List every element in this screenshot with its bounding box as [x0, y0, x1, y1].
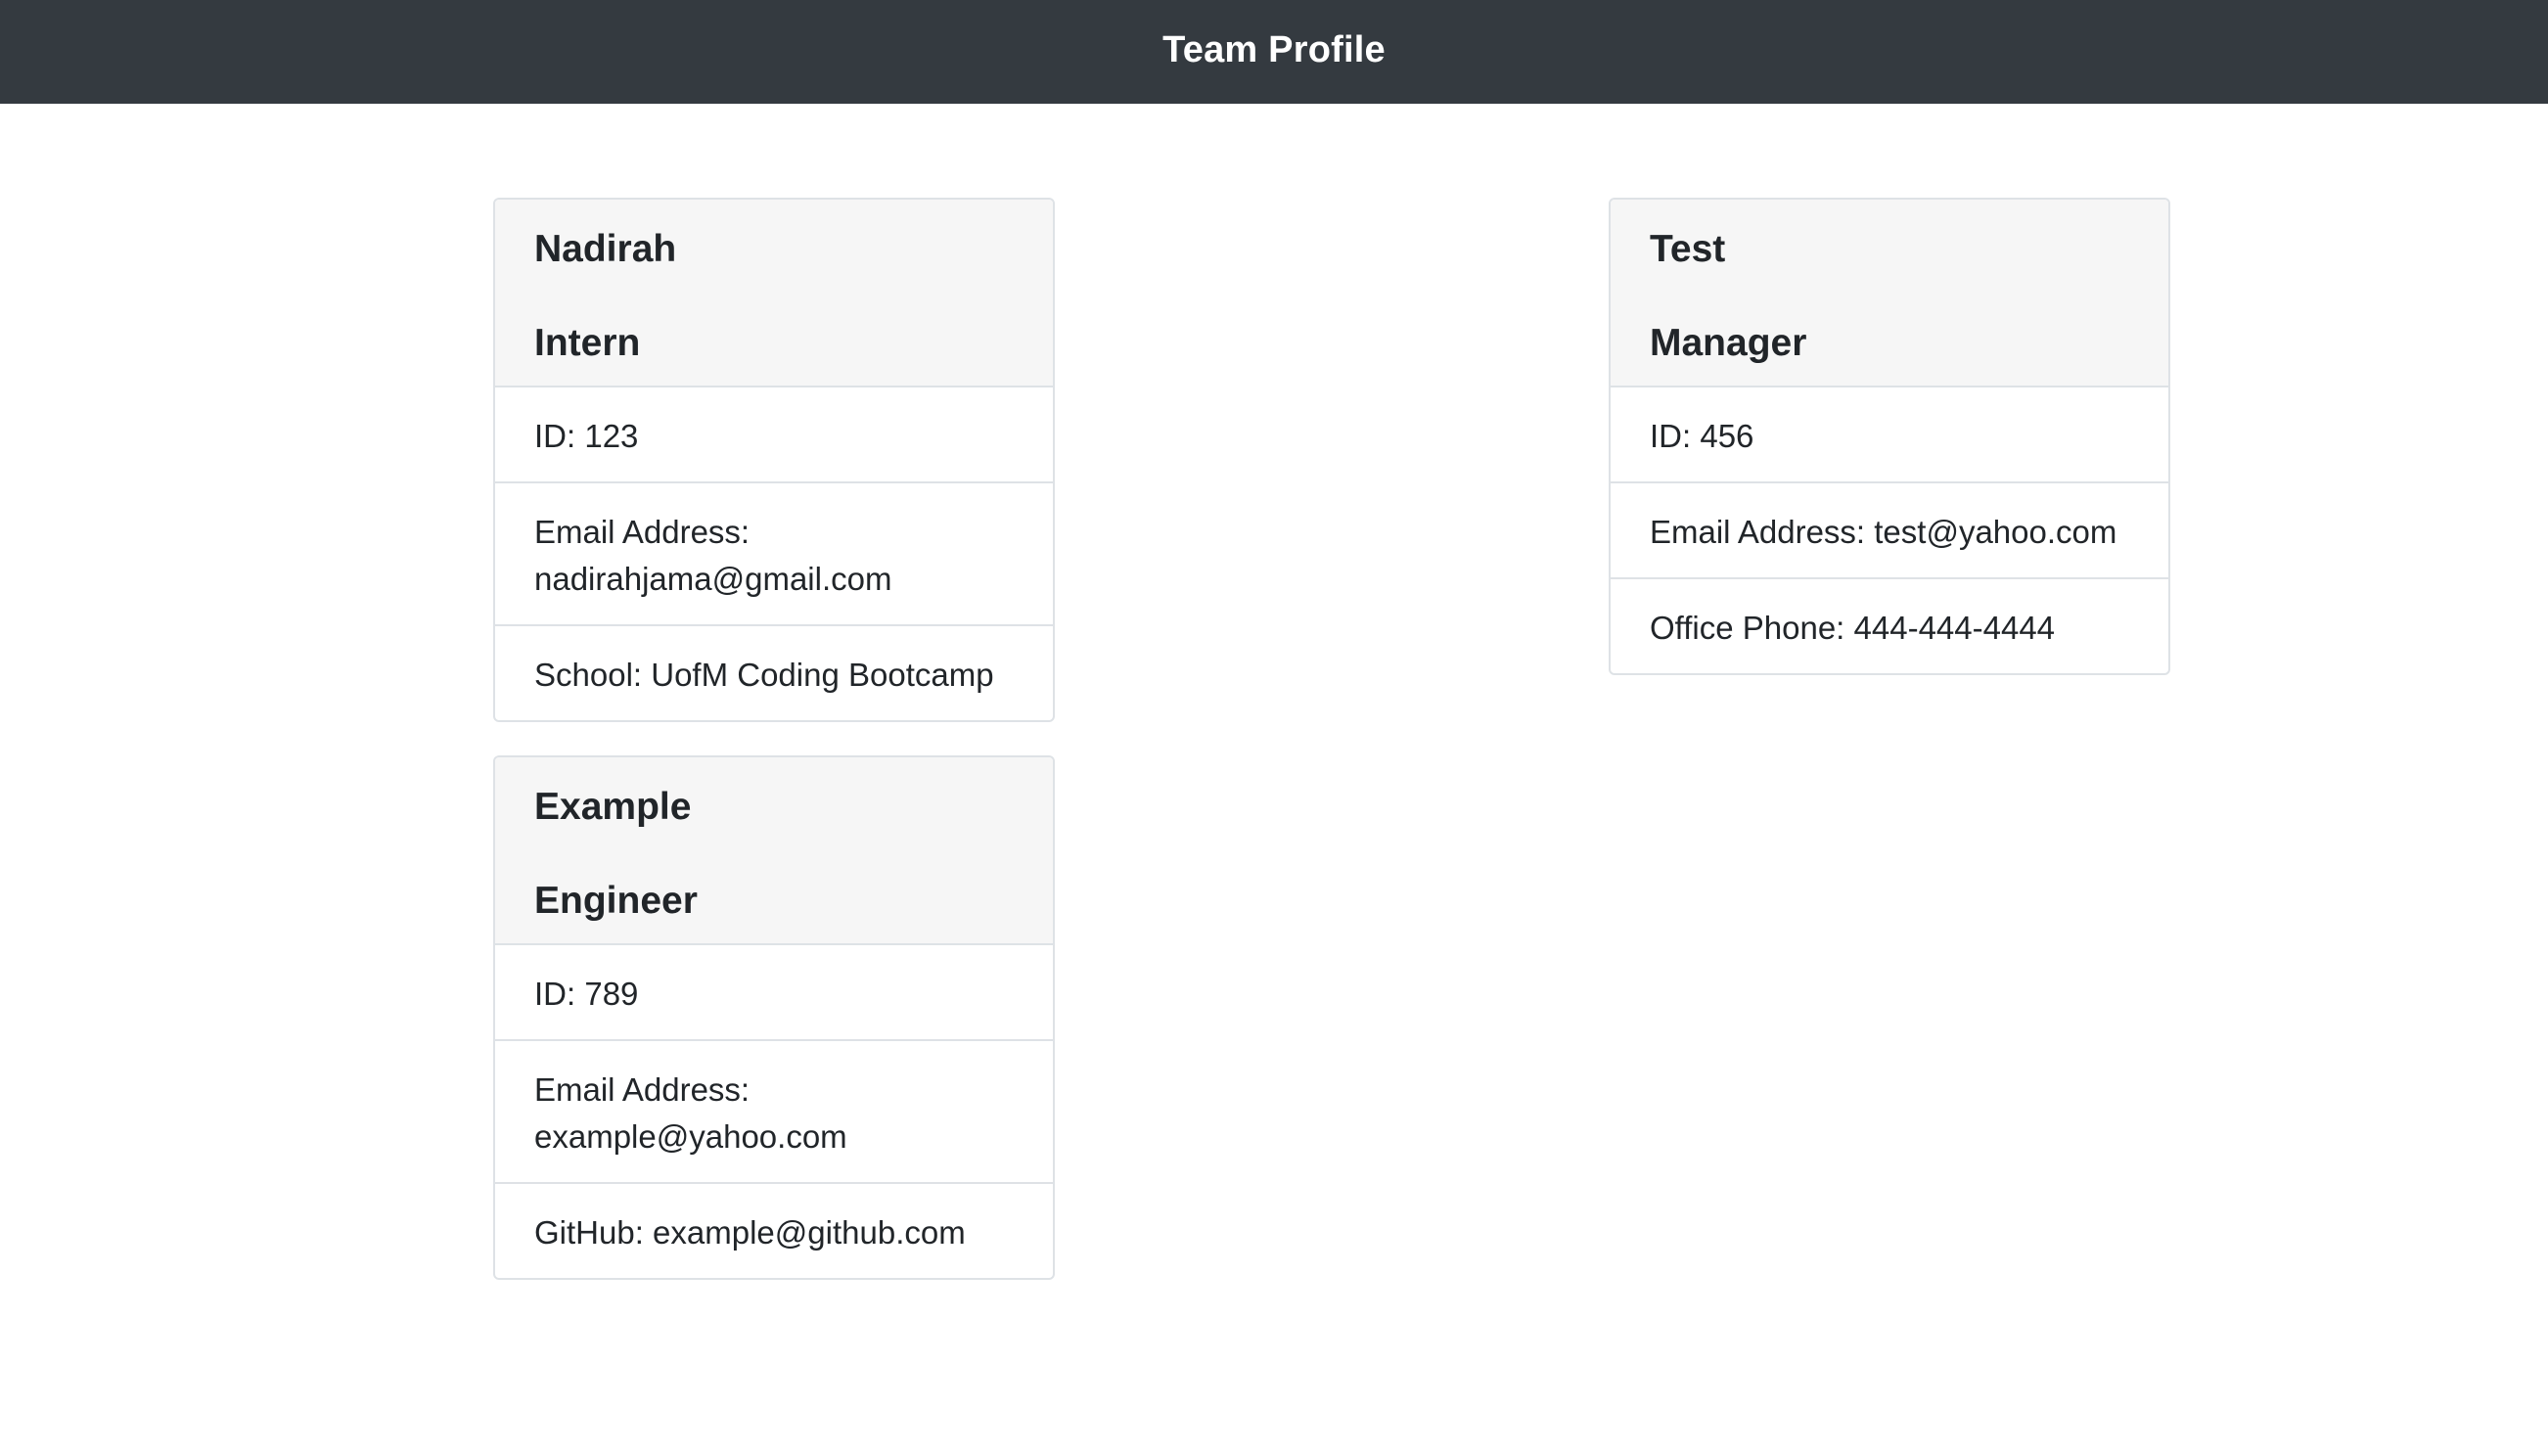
employee-role: Intern [534, 322, 641, 364]
employee-id-text: ID: 789 [534, 976, 639, 1012]
school-text: School: UofM Coding Bootcamp [534, 657, 994, 693]
employee-name: Test [1650, 228, 1726, 270]
employee-email: Email Address: example@yahoo.com [495, 1041, 1053, 1184]
employee-id-text: ID: 123 [534, 418, 639, 454]
office-phone-text: Office Phone: 444-444-4444 [1650, 610, 2056, 646]
employee-name: Example [534, 786, 692, 828]
email-value: example@yahoo.com [534, 1118, 847, 1155]
employee-office-phone: Office Phone: 444-444-4444 [1611, 579, 2168, 673]
card-header: Test Manager [1611, 200, 2168, 387]
email-value: test@yahoo.com [1874, 514, 2117, 550]
employee-role: Engineer [534, 880, 698, 922]
employee-card-manager: Test Manager ID: 456 Email Address: test… [1609, 198, 2170, 675]
employee-id: ID: 123 [495, 387, 1053, 483]
github-text: GitHub: example@github.com [534, 1214, 966, 1251]
email-label: Email Address: [534, 514, 751, 550]
employee-school: School: UofM Coding Bootcamp [495, 626, 1053, 720]
employee-email: Email Address: nadirahjama@gmail.com [495, 483, 1053, 626]
employee-email: Email Address: test@yahoo.com [1611, 483, 2168, 579]
navbar: Team Profile [0, 0, 2548, 104]
employee-card-intern: Nadirah Intern ID: 123 Email Address: na… [493, 198, 1055, 722]
card-header: Example Engineer [495, 757, 1053, 945]
employee-id-text: ID: 456 [1650, 418, 1754, 454]
employee-id: ID: 789 [495, 945, 1053, 1041]
email-value: nadirahjama@gmail.com [534, 561, 892, 597]
employee-id: ID: 456 [1611, 387, 2168, 483]
card-header: Nadirah Intern [495, 200, 1053, 387]
email-label: Email Address: [534, 1071, 751, 1108]
email-label: Email Address: [1650, 514, 1866, 550]
employee-github: GitHub: example@github.com [495, 1184, 1053, 1278]
employee-card-engineer: Example Engineer ID: 789 Email Address: … [493, 755, 1055, 1280]
page-title: Team Profile [1162, 28, 1386, 70]
employee-name: Nadirah [534, 228, 677, 270]
employee-role: Manager [1650, 322, 1807, 364]
